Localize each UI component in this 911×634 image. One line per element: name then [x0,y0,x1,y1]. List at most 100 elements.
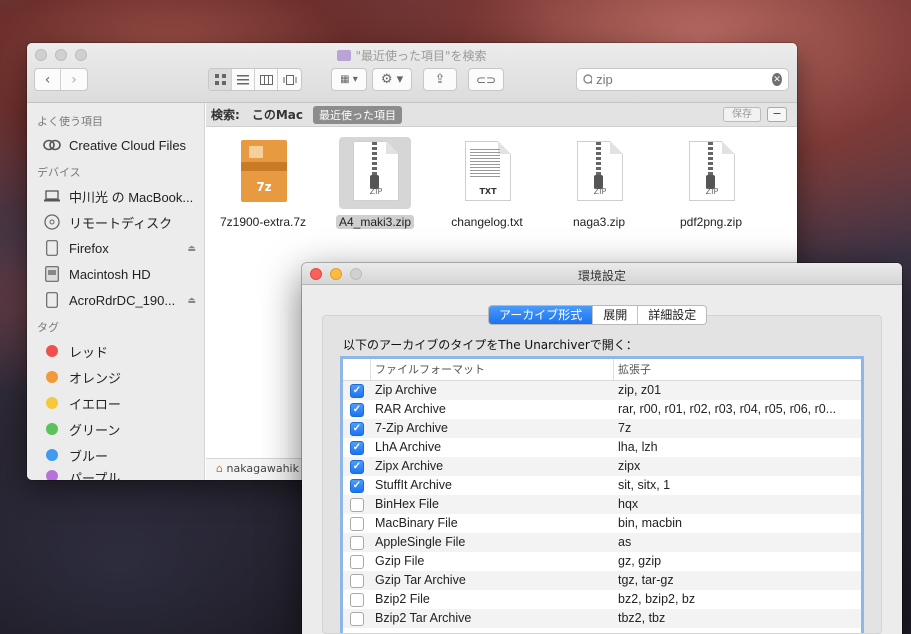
table-row[interactable]: ✓ Zip Archive zip, z01 [343,381,861,400]
clear-search-icon[interactable]: ✕ [772,73,782,86]
sidebar-tag-orange[interactable]: オレンジ [27,364,204,390]
file-item[interactable]: TXT changelog.txt [432,137,542,229]
remove-criteria-button[interactable]: − [767,107,787,122]
smart-folder-icon [337,50,352,61]
tags-button[interactable]: ⊂⊃ [468,68,504,91]
format-checkbox[interactable]: ✓ [350,459,364,474]
text-file-icon: TXT [451,137,523,209]
sidebar-tag-green[interactable]: グリーン [27,416,204,442]
tab-advanced[interactable]: 詳細設定 [638,306,706,324]
sidebar-tag-red[interactable]: レッド [27,338,204,364]
home-icon: ⌂ [216,462,223,475]
icon-view-button[interactable] [209,69,232,90]
format-checkbox[interactable] [350,516,364,531]
preferences-title: 環境設定 [577,269,626,283]
window-title: "最近使った項目"を検索 [27,47,797,64]
forward-button[interactable]: › [61,69,87,90]
file-item-selected[interactable]: ZIP A4_maki3.zip [320,137,430,229]
file-item[interactable]: ZIP naga3.zip [544,137,654,229]
format-checkbox[interactable] [350,592,364,607]
search-field[interactable]: ✕ [576,68,789,91]
table-row[interactable]: Gzip Tar Archive tgz, tar-gz [343,571,861,590]
creative-cloud-icon [43,137,61,153]
table-row[interactable]: BinHex File hqx [343,495,861,514]
tag-icon: ⊂⊃ [475,72,497,87]
column-header-format[interactable]: ファイルフォーマット [371,359,614,380]
list-view-button[interactable] [232,69,255,90]
format-checkbox[interactable] [350,611,364,626]
list-view-icon [237,74,249,84]
sidebar-tag-blue[interactable]: ブルー [27,442,204,468]
arrange-button[interactable]: ▦ ▾ [331,68,367,91]
format-checkbox[interactable]: ✓ [350,440,364,455]
preferences-titlebar: 環境設定 [302,263,902,285]
tag-dot-icon [46,449,58,461]
search-input[interactable] [596,72,773,87]
sidebar-item-creative-cloud[interactable]: Creative Cloud Files [27,132,204,158]
format-checkbox[interactable] [350,554,364,569]
back-button[interactable]: ‹ [35,69,61,90]
column-view-icon [259,74,273,85]
eject-icon[interactable]: ⏏ [187,243,196,254]
table-row[interactable]: ✓ 7-Zip Archive 7z [343,419,861,438]
table-row[interactable]: Gzip File gz, gzip [343,552,861,571]
gallery-view-button[interactable] [278,69,301,90]
tag-dot-icon [46,397,58,409]
tag-label: パープル [69,471,121,480]
table-row[interactable]: AppleSingle File as [343,533,861,552]
tag-label: イエロー [69,396,121,412]
file-item[interactable]: 7z 7z1900-extra.7z [208,137,318,229]
file-item[interactable]: ZIP pdf2png.zip [656,137,766,229]
tab-archive-formats[interactable]: アーカイブ形式 [489,306,594,324]
share-button[interactable]: ⇪ [423,68,457,91]
format-checkbox[interactable] [350,573,364,588]
sidebar-tag-purple[interactable]: パープル [27,468,204,480]
table-row[interactable]: ✓ RAR Archive rar, r00, r01, r02, r03, r04… [343,400,861,419]
share-icon: ⇪ [434,72,446,87]
action-button[interactable]: ⚙ ▾ [372,68,412,91]
sidebar-item-label: AcroRdrDC_190... [69,292,176,308]
format-checkbox[interactable]: ✓ [350,383,364,398]
panel-description: 以下のアーカイブのタイプをThe Unarchiverで開く： [343,338,638,352]
sidebar-item-macintosh-hd[interactable]: Macintosh HD [27,261,204,287]
laptop-icon [43,188,61,204]
scope-recent-items[interactable]: 最近使った項目 [312,105,402,124]
table-row[interactable]: Bzip2 Tar Archive tbz2, tbz [343,609,861,628]
table-row[interactable]: MacBinary File bin, macbin [343,514,861,533]
tab-extraction[interactable]: 展開 [593,306,639,324]
scope-this-mac[interactable]: このMac [252,106,303,123]
table-row[interactable]: ✓ StuffIt Archive sit, sitx, 1 [343,476,861,495]
sidebar-item-remote-disc[interactable]: リモートディスク [27,209,204,235]
column-header-extension[interactable]: 拡張子 [614,359,861,380]
scope-label: 検索: [211,108,240,122]
table-row[interactable]: Bzip2 File bz2, bzip2, bz [343,590,861,609]
icon-view-icon [214,74,226,85]
format-checkbox[interactable] [350,497,364,512]
tag-dot-icon [46,470,58,480]
path-item-home[interactable]: nakagawahik [226,462,299,475]
tag-label: グリーン [69,422,121,438]
sidebar-item-firefox[interactable]: Firefox ⏏ [27,235,204,261]
file-name: naga3.zip [572,215,626,229]
eject-icon[interactable]: ⏏ [187,295,196,306]
column-view-button[interactable] [255,69,278,90]
sidebar-item-acrordrdc[interactable]: AcroRdrDC_190... ⏏ [27,287,204,313]
sidebar-section-devices: デバイス [37,166,81,179]
preferences-window: 環境設定 以下のアーカイブのタイプをThe Unarchiverで開く： ファイ… [302,263,902,634]
format-table: ファイルフォーマット 拡張子 ✓ Zip Archive zip, z01 ✓ RAR… [340,356,864,633]
save-search-button[interactable]: 保存 [723,107,761,122]
format-checkbox[interactable]: ✓ [350,421,364,436]
format-checkbox[interactable]: ✓ [350,478,364,493]
table-header: ファイルフォーマット 拡張子 [343,359,861,381]
format-checkbox[interactable] [350,535,364,550]
sidebar-item-macbook[interactable]: 中川光 の MacBook... [27,183,204,209]
sidebar-tag-yellow[interactable]: イエロー [27,390,204,416]
finder-toolbar: "最近使った項目"を検索 ‹ › ▦ ▾ ⚙ ▾ ⇪ ⊂⊃ zip ✕ [27,43,797,103]
arrange-icon: ▦ ▾ [340,74,358,85]
table-row[interactable]: ✓ Zipx Archive zipx [343,457,861,476]
file-name: pdf2png.zip [679,215,743,229]
zip-file-icon: ZIP [339,137,411,209]
table-row[interactable]: ✓ LhA Archive lha, lzh [343,438,861,457]
sidebar-item-label: リモートディスク [69,215,173,231]
format-checkbox[interactable]: ✓ [350,402,364,417]
